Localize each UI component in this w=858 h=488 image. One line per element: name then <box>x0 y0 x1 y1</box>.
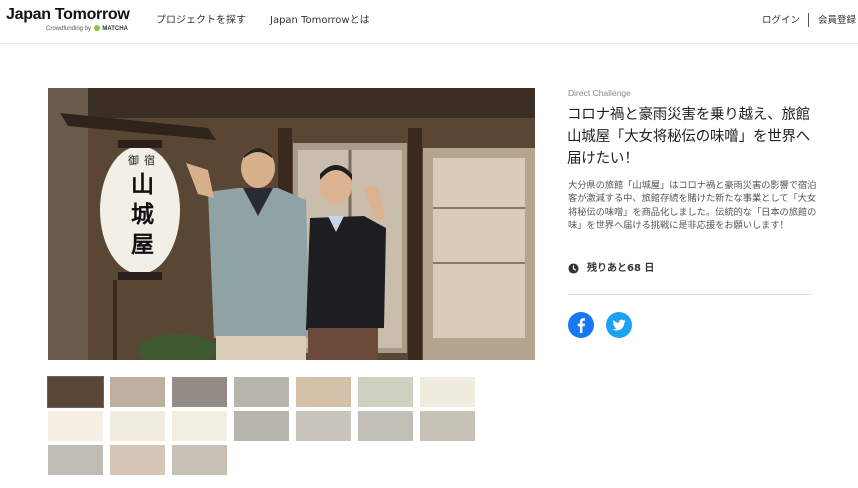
svg-text:城: 城 <box>131 201 154 228</box>
site-header: Japan Tomorrow Crowdfunding by MATCHA プロ… <box>0 0 858 44</box>
gallery-thumbnail[interactable] <box>48 445 103 475</box>
login-link[interactable]: ログイン <box>762 14 800 28</box>
nav-about[interactable]: Japan Tomorrowとは <box>270 14 370 28</box>
days-remaining-text: 残りあと68 日 <box>587 263 655 274</box>
project-main-image: 御 宿 山 城 屋 <box>48 88 535 360</box>
logo-tagline-brand: MATCHA <box>102 26 128 32</box>
gallery-thumbnail[interactable] <box>47 376 104 408</box>
site-logo[interactable]: Japan Tomorrow Crowdfunding by MATCHA <box>6 6 134 36</box>
logo-tagline-prefix: Crowdfunding by <box>46 26 92 32</box>
project-category: Direct Challenge <box>568 88 631 98</box>
gallery-thumbnail[interactable] <box>110 445 165 475</box>
gallery-thumbnail[interactable] <box>110 411 165 441</box>
svg-text:屋: 屋 <box>131 232 154 258</box>
clock-icon <box>568 263 579 274</box>
gallery-thumbnail[interactable] <box>296 411 351 441</box>
logo-text: Japan Tomorrow <box>6 6 130 23</box>
logo-tagline: Crowdfunding by MATCHA <box>46 25 128 33</box>
register-link[interactable]: 会員登録 <box>818 14 856 28</box>
image-gallery <box>47 376 478 477</box>
gallery-thumbnail[interactable] <box>234 411 289 441</box>
project-description: 大分県の旅館「山城屋」はコロナ禍と豪雨災害の影響で宿泊客が激減する中、旅館存続を… <box>568 180 817 232</box>
gallery-thumbnail[interactable] <box>420 411 475 441</box>
gallery-thumbnail[interactable] <box>420 377 475 407</box>
matcha-dot-icon <box>93 25 100 31</box>
gallery-thumbnail[interactable] <box>296 377 351 407</box>
twitter-icon[interactable] <box>606 312 632 338</box>
project-title: コロナ禍と豪雨災害を乗り越え、旅館山城屋「大女将秘伝の味噌」を世界へ届けたい！ <box>567 107 811 167</box>
svg-text:御: 御 <box>128 153 139 167</box>
gallery-thumbnail[interactable] <box>110 377 165 407</box>
gallery-thumbnail[interactable] <box>48 411 103 441</box>
panel-divider <box>568 294 812 295</box>
gallery-thumbnail[interactable] <box>234 377 289 407</box>
gallery-thumbnail[interactable] <box>172 445 227 475</box>
header-separator <box>808 13 809 27</box>
gallery-thumbnail[interactable] <box>358 411 413 441</box>
svg-text:山: 山 <box>131 172 154 198</box>
nav-find-projects[interactable]: プロジェクトを探す <box>156 14 246 28</box>
facebook-icon[interactable] <box>568 312 594 338</box>
svg-text:宿: 宿 <box>144 153 155 167</box>
gallery-thumbnail[interactable] <box>358 377 413 407</box>
gallery-thumbnail[interactable] <box>172 411 227 441</box>
gallery-thumbnail[interactable] <box>172 377 227 407</box>
